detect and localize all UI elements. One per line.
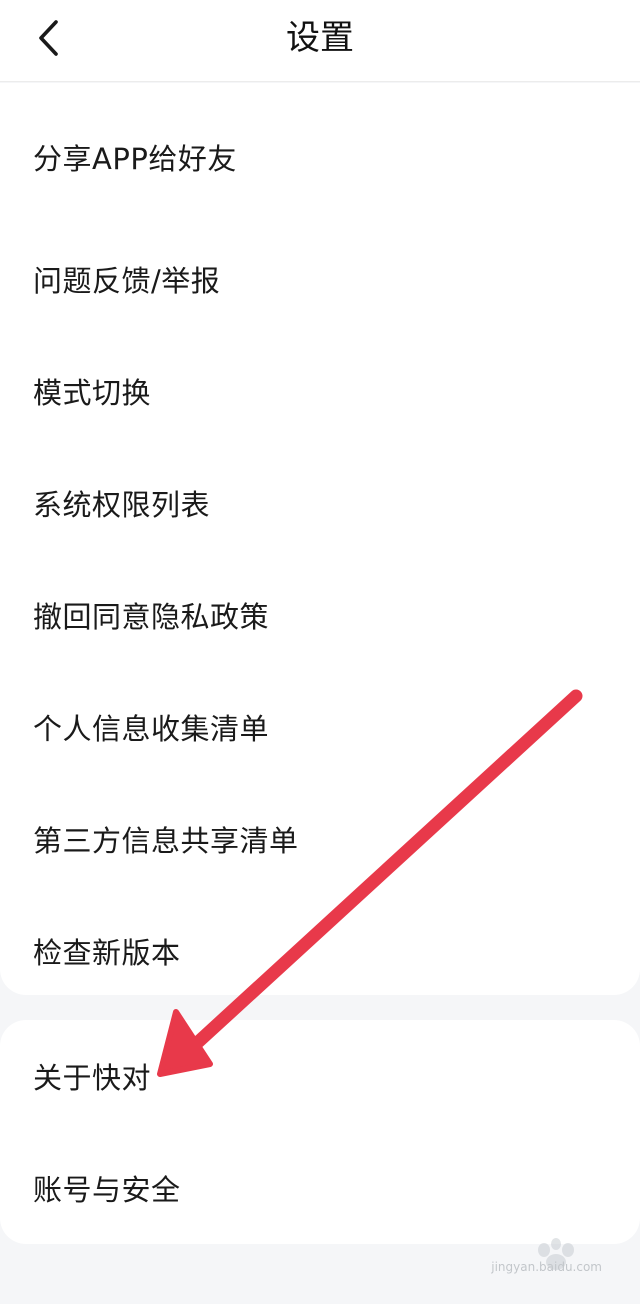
settings-item-label: 分享APP给好友	[33, 142, 237, 176]
settings-item-label: 系统权限列表	[33, 488, 211, 522]
settings-item-label: 个人信息收集清单	[33, 712, 270, 746]
settings-item-label: 账号与安全	[33, 1173, 181, 1207]
settings-item-label: 问题反馈/举报	[33, 264, 221, 298]
settings-item-label: 撤回同意隐私政策	[33, 600, 270, 634]
watermark-text: jingyan.baidu.com	[491, 1260, 602, 1274]
settings-group-secondary: 关于快对 账号与安全	[0, 1020, 640, 1244]
settings-item-third-party-sharing-list[interactable]: 第三方信息共享清单	[0, 783, 640, 895]
settings-item-check-update[interactable]: 检查新版本	[0, 895, 640, 1007]
settings-item-about[interactable]: 关于快对	[0, 1020, 640, 1132]
settings-item-system-permissions[interactable]: 系统权限列表	[0, 447, 640, 559]
settings-item-account-security[interactable]: 账号与安全	[0, 1132, 640, 1244]
settings-item-label: 关于快对	[33, 1061, 152, 1095]
settings-item-label: 模式切换	[33, 376, 152, 410]
settings-item-personal-info-list[interactable]: 个人信息收集清单	[0, 671, 640, 783]
settings-item-share-app[interactable]: 分享APP给好友	[0, 83, 640, 223]
watermark: jingyan.baidu.com	[490, 1232, 610, 1288]
settings-group-primary: 分享APP给好友 问题反馈/举报 模式切换 系统权限列表 撤回同意隐私政策 个人…	[0, 83, 640, 995]
settings-item-mode-switch[interactable]: 模式切换	[0, 335, 640, 447]
settings-item-feedback-report[interactable]: 问题反馈/举报	[0, 223, 640, 335]
settings-item-label: 检查新版本	[33, 936, 181, 970]
settings-item-label: 第三方信息共享清单	[33, 824, 299, 858]
top-bar: 设置	[0, 0, 640, 82]
page-title: 设置	[286, 18, 354, 58]
settings-item-revoke-privacy-consent[interactable]: 撤回同意隐私政策	[0, 559, 640, 671]
